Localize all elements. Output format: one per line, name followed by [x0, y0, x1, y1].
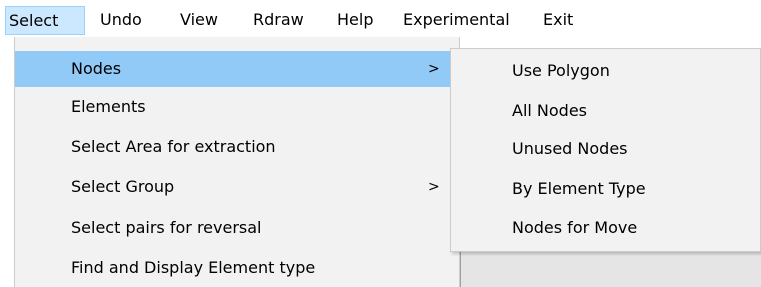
menu-item-select-pairs-label: Select pairs for reversal: [71, 218, 262, 237]
menu-undo[interactable]: Undo: [100, 6, 142, 34]
menu-item-select-group[interactable]: Select Group >: [15, 169, 459, 205]
submenu-item-by-element-type[interactable]: By Element Type: [451, 170, 760, 208]
submenu-item-by-element-type-label: By Element Type: [512, 179, 646, 198]
menu-view[interactable]: View: [180, 6, 218, 34]
submenu-item-all-nodes-label: All Nodes: [512, 101, 588, 120]
menu-item-nodes-label: Nodes: [71, 59, 122, 78]
submenu-item-use-polygon-label: Use Polygon: [512, 61, 610, 80]
submenu-arrow-icon: >: [428, 179, 440, 195]
submenu-item-all-nodes[interactable]: All Nodes: [451, 92, 760, 130]
menu-item-select-area-label: Select Area for extraction: [71, 137, 276, 156]
background-window-area: [460, 252, 761, 287]
menu-exit[interactable]: Exit: [543, 6, 573, 34]
menu-item-elements-label: Elements: [71, 97, 146, 116]
menu-rdraw-label: Rdraw: [253, 10, 304, 29]
menu-item-elements[interactable]: Elements: [15, 89, 459, 125]
menu-rdraw[interactable]: Rdraw: [253, 6, 304, 34]
submenu-item-nodes-for-move-label: Nodes for Move: [512, 218, 638, 237]
menu-exit-label: Exit: [543, 10, 574, 29]
submenu-arrow-icon: >: [428, 61, 440, 77]
application-window: Select Undo View Rdraw Help Experimental…: [0, 0, 761, 287]
menu-item-select-pairs[interactable]: Select pairs for reversal: [15, 210, 459, 246]
menu-item-find-display-label: Find and Display Element type: [71, 258, 316, 277]
select-dropdown-menu: Nodes > Elements Select Area for extract…: [14, 37, 460, 287]
menu-item-find-display[interactable]: Find and Display Element type: [15, 250, 459, 286]
menu-item-select-group-label: Select Group: [71, 177, 175, 196]
menu-view-label: View: [180, 10, 218, 29]
menu-undo-label: Undo: [100, 10, 142, 29]
menu-select-label: Select: [9, 11, 59, 30]
submenu-item-unused-nodes-label: Unused Nodes: [512, 139, 628, 158]
menu-select[interactable]: Select: [5, 6, 85, 35]
nodes-submenu: Use Polygon All Nodes Unused Nodes By El…: [450, 48, 761, 252]
submenu-item-unused-nodes[interactable]: Unused Nodes: [451, 130, 760, 168]
menu-help-label: Help: [337, 10, 374, 29]
menu-bar: Select Undo View Rdraw Help Experimental…: [0, 0, 761, 38]
menu-item-select-area[interactable]: Select Area for extraction: [15, 129, 459, 165]
menu-item-nodes[interactable]: Nodes >: [15, 51, 459, 87]
submenu-item-nodes-for-move[interactable]: Nodes for Move: [451, 209, 760, 247]
menu-experimental[interactable]: Experimental: [403, 6, 510, 34]
menu-experimental-label: Experimental: [403, 10, 510, 29]
menu-help[interactable]: Help: [337, 6, 373, 34]
submenu-item-use-polygon[interactable]: Use Polygon: [451, 52, 760, 90]
